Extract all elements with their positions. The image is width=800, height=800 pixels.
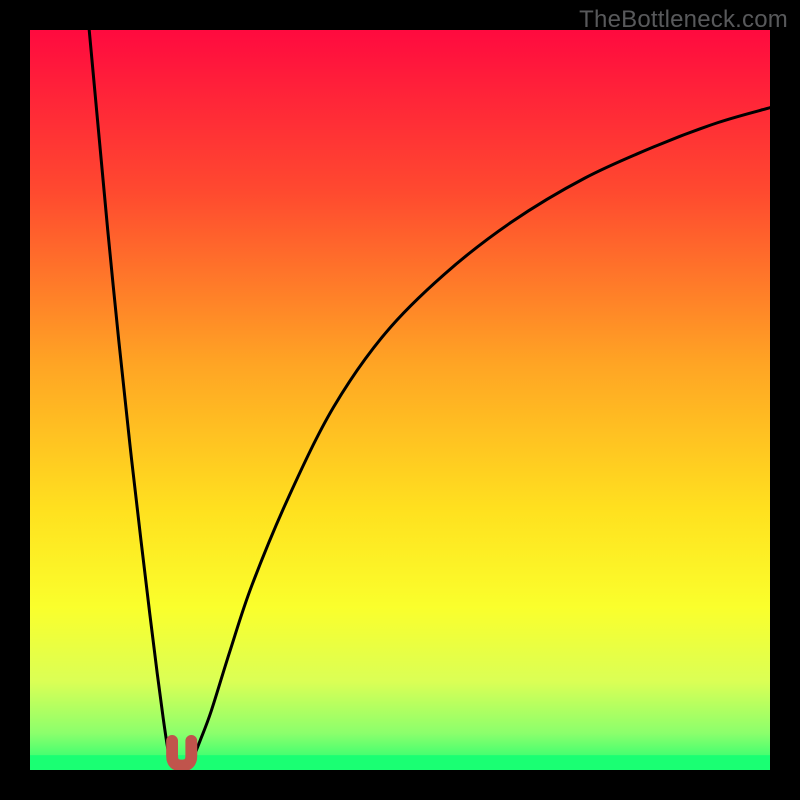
green-baseline-band bbox=[30, 755, 770, 770]
bottleneck-chart bbox=[30, 30, 770, 770]
chart-frame bbox=[30, 30, 770, 770]
chart-background bbox=[30, 30, 770, 770]
watermark-text: TheBottleneck.com bbox=[579, 6, 788, 34]
